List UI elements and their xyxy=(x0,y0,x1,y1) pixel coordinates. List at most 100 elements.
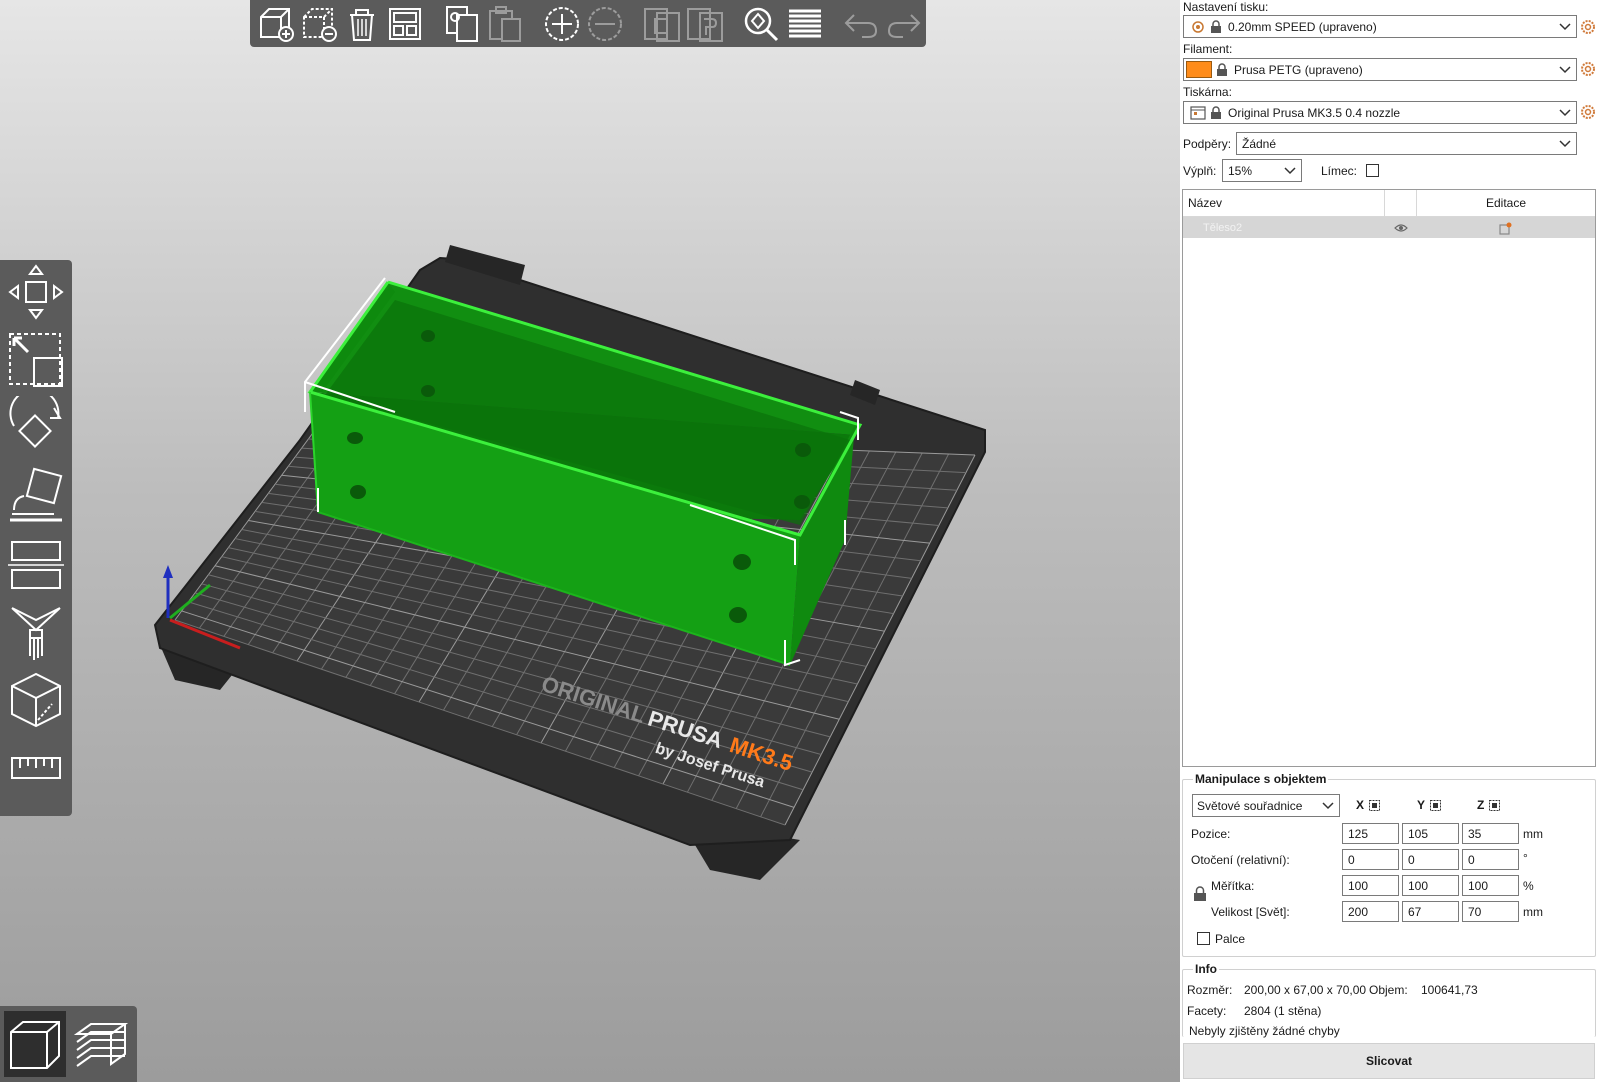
position-label: Pozice: xyxy=(1191,827,1231,841)
print-settings-combo[interactable]: 0.20mm SPEED (upraveno) xyxy=(1183,15,1577,38)
info-size-value: 200,00 x 67,00 x 70,00 xyxy=(1244,983,1367,997)
scene-canvas[interactable]: ORIGINAL PRUSA MK3.5 by Josef Prusa xyxy=(0,0,1180,1082)
size-label: Velikost [Svět]: xyxy=(1211,905,1290,919)
lock-icon xyxy=(1217,62,1227,76)
undo-icon[interactable] xyxy=(840,1,883,46)
list-item[interactable]: Těleso2 xyxy=(1183,217,1595,238)
axis-x-header: X xyxy=(1356,798,1381,812)
layers-editing-icon[interactable] xyxy=(783,1,826,46)
add-instance-icon[interactable] xyxy=(540,1,583,46)
sidebar-panel: Nastavení tisku: 0.20mm SPEED (upraveno)… xyxy=(1180,0,1598,1082)
move-icon[interactable] xyxy=(4,260,68,324)
measure-icon[interactable] xyxy=(4,736,68,800)
preview-icon[interactable] xyxy=(70,1011,132,1077)
coord-system-combo[interactable]: Světové souřadnice xyxy=(1192,794,1340,817)
3d-view-icon[interactable] xyxy=(4,1011,66,1077)
size-x-field[interactable]: 200 xyxy=(1342,901,1399,922)
rotation-unit: ° xyxy=(1523,851,1528,865)
brim-label: Límec: xyxy=(1321,164,1358,178)
info-facets-label: Facety: xyxy=(1187,1004,1227,1018)
col-visibility xyxy=(1385,190,1417,216)
manipulation-title: Manipulace s objektem xyxy=(1193,772,1329,786)
redo-icon[interactable] xyxy=(883,1,926,46)
view-toggle xyxy=(0,1006,137,1082)
left-toolbar xyxy=(0,260,72,816)
delete-icon[interactable] xyxy=(297,1,340,46)
filament-combo[interactable]: Prusa PETG (upraveno) xyxy=(1183,58,1577,81)
scale-icon[interactable] xyxy=(4,328,68,392)
info-title: Info xyxy=(1193,962,1219,976)
printer-combo[interactable]: Original Prusa MK3.5 0.4 nozzle xyxy=(1183,101,1577,124)
object-manipulation-group: Manipulace s objektem Světové souřadnice… xyxy=(1182,772,1596,957)
split-objects-icon[interactable] xyxy=(640,1,683,46)
paint-supports-icon[interactable] xyxy=(4,600,68,664)
object-name: Těleso2 xyxy=(1203,221,1243,234)
gear-icon[interactable] xyxy=(1580,61,1596,77)
reset-y-icon[interactable] xyxy=(1429,799,1442,812)
position-y-field[interactable]: 105 xyxy=(1402,823,1459,844)
inches-checkbox[interactable] xyxy=(1197,932,1210,945)
info-facets-value: 2804 (1 stěna) xyxy=(1244,1004,1322,1018)
chevron-down-icon xyxy=(1284,167,1296,175)
infill-combo[interactable]: 15% xyxy=(1222,159,1302,182)
position-x-field[interactable]: 125 xyxy=(1342,823,1399,844)
col-edit[interactable]: Editace xyxy=(1417,196,1595,210)
supports-value: Žádné xyxy=(1242,136,1277,151)
rotate-icon[interactable] xyxy=(4,396,68,460)
rotation-y-field[interactable]: 0 xyxy=(1402,849,1459,870)
delete-all-icon[interactable] xyxy=(340,1,383,46)
filament-value: Prusa PETG (upraveno) xyxy=(1234,62,1363,77)
printer-label: Tiskárna: xyxy=(1183,85,1232,99)
arrange-icon[interactable] xyxy=(384,1,427,46)
position-z-field[interactable]: 35 xyxy=(1462,823,1519,844)
gear-icon[interactable] xyxy=(1580,104,1596,120)
scale-y-field[interactable]: 100 xyxy=(1402,875,1459,896)
place-on-face-icon[interactable] xyxy=(4,464,68,528)
col-name[interactable]: Název xyxy=(1183,190,1385,216)
cut-icon[interactable] xyxy=(4,532,68,596)
chevron-down-icon xyxy=(1559,23,1571,31)
lock-scale-icon[interactable] xyxy=(1193,886,1207,902)
eye-icon[interactable] xyxy=(1394,223,1408,233)
top-toolbar xyxy=(250,0,926,47)
supports-label: Podpěry: xyxy=(1183,137,1232,151)
size-unit: mm xyxy=(1523,905,1543,919)
printer-value: Original Prusa MK3.5 0.4 nozzle xyxy=(1228,105,1401,120)
reset-z-icon[interactable] xyxy=(1488,799,1501,812)
chevron-down-icon xyxy=(1322,802,1334,810)
scale-label: Měřítka: xyxy=(1211,879,1255,893)
chevron-down-icon xyxy=(1559,140,1571,148)
info-group: Info Rozměr: 200,00 x 67,00 x 70,00 Obje… xyxy=(1182,962,1596,1038)
rotation-x-field[interactable]: 0 xyxy=(1342,849,1399,870)
print-settings-icon xyxy=(1192,20,1204,33)
brim-checkbox[interactable] xyxy=(1366,164,1379,177)
scale-z-field[interactable]: 100 xyxy=(1462,875,1519,896)
3d-viewport[interactable]: ORIGINAL PRUSA MK3.5 by Josef Prusa xyxy=(0,0,1180,1082)
lock-icon xyxy=(1211,105,1221,119)
chevron-down-icon xyxy=(1559,109,1571,117)
rotation-label: Otočení (relativní): xyxy=(1191,853,1290,867)
info-size-label: Rozměr: xyxy=(1187,983,1233,997)
size-z-field[interactable]: 70 xyxy=(1462,901,1519,922)
copy-icon[interactable] xyxy=(440,1,483,46)
lock-icon xyxy=(1211,19,1221,33)
rotation-z-field[interactable]: 0 xyxy=(1462,849,1519,870)
split-parts-icon[interactable] xyxy=(683,1,726,46)
reset-x-icon[interactable] xyxy=(1368,799,1381,812)
scale-x-field[interactable]: 100 xyxy=(1342,875,1399,896)
add-icon[interactable] xyxy=(254,1,297,46)
info-volume-label: Objem: xyxy=(1369,983,1408,997)
slice-button[interactable]: Slicovat xyxy=(1183,1043,1595,1079)
inches-label: Palce xyxy=(1215,932,1246,946)
remove-instance-icon[interactable] xyxy=(583,1,626,46)
object-list[interactable]: Název Editace Těleso2 xyxy=(1182,189,1596,767)
search-icon[interactable] xyxy=(740,1,783,46)
gear-icon[interactable] xyxy=(1580,19,1596,35)
supports-combo[interactable]: Žádné xyxy=(1236,132,1577,155)
edit-settings-icon[interactable] xyxy=(1499,221,1513,235)
axis-y-header: Y xyxy=(1417,798,1442,812)
axis-z-header: Z xyxy=(1477,798,1501,812)
size-y-field[interactable]: 67 xyxy=(1402,901,1459,922)
paste-icon[interactable] xyxy=(483,1,526,46)
seam-painting-icon[interactable] xyxy=(4,668,68,732)
